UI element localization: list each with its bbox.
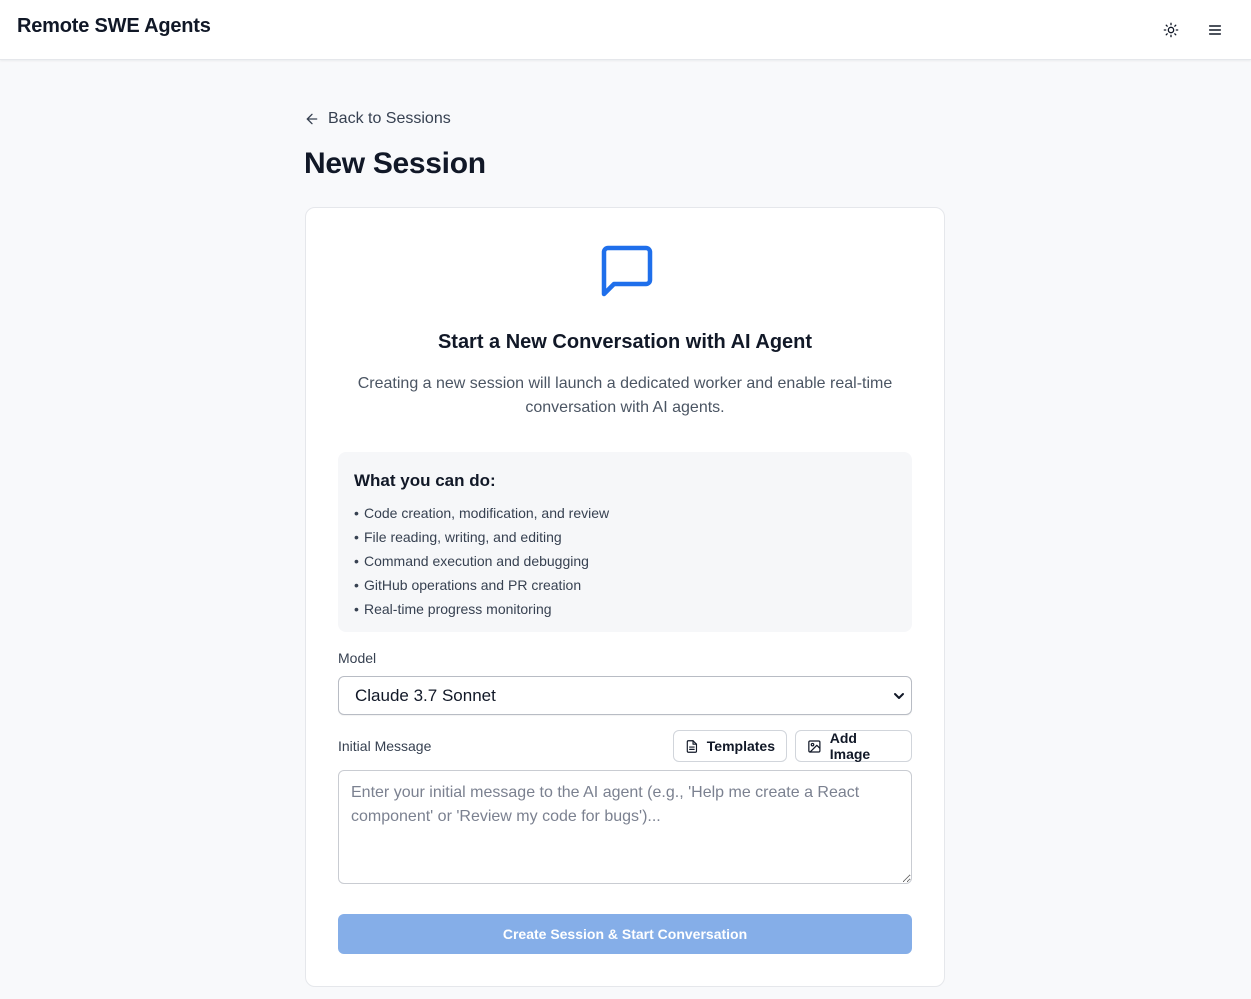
chevron-down-icon (894, 693, 904, 699)
add-image-button[interactable]: Add Image (795, 730, 912, 762)
sun-icon (1163, 22, 1179, 38)
image-icon (808, 739, 821, 753)
menu-button[interactable] (1200, 15, 1230, 45)
list-item: • Command execution and debugging (354, 553, 589, 569)
model-select[interactable]: Claude 3.7 Sonnet (338, 676, 912, 715)
list-item: • GitHub operations and PR creation (354, 577, 582, 593)
card-heading: Start a New Conversation with AI Agent (437, 331, 813, 353)
chat-bubble-icon (601, 245, 653, 297)
initial-message-label: Initial Message (338, 738, 432, 754)
page-title: New Session (304, 147, 486, 180)
hamburger-menu-icon (1208, 25, 1222, 35)
list-item: • Code creation, modification, and review (354, 505, 610, 521)
initial-message-input[interactable] (338, 770, 912, 884)
features-list: • Code creation, modification, and review… (354, 501, 609, 621)
create-session-button[interactable]: Create Session & Start Conversation (338, 914, 912, 954)
top-nav-bar: Remote SWE Agents (0, 0, 1251, 60)
list-item: • File reading, writing, and editing (354, 529, 562, 545)
model-label: Model (338, 650, 377, 666)
list-item: • Real-time progress monitoring (354, 601, 552, 617)
back-link-label: Back to Sessions (328, 110, 451, 127)
templates-button[interactable]: Templates (673, 730, 787, 762)
features-box: What you can do: • Code creation, modific… (338, 452, 912, 632)
add-image-button-label: Add Image (829, 730, 871, 762)
theme-toggle-button[interactable] (1156, 15, 1186, 45)
card-description: Creating a new session will launch a ded… (357, 375, 893, 416)
features-title: What you can do: (354, 471, 496, 490)
templates-button-label: Templates (706, 738, 775, 754)
back-to-sessions-link[interactable]: Back to Sessions (304, 108, 451, 130)
app-title[interactable]: Remote SWE Agents (17, 15, 211, 38)
document-icon (686, 739, 698, 753)
new-session-card: Start a New Conversation with AI Agent C… (305, 207, 945, 987)
arrow-left-icon (306, 113, 318, 125)
model-selected-value: Claude 3.7 Sonnet (355, 686, 496, 705)
